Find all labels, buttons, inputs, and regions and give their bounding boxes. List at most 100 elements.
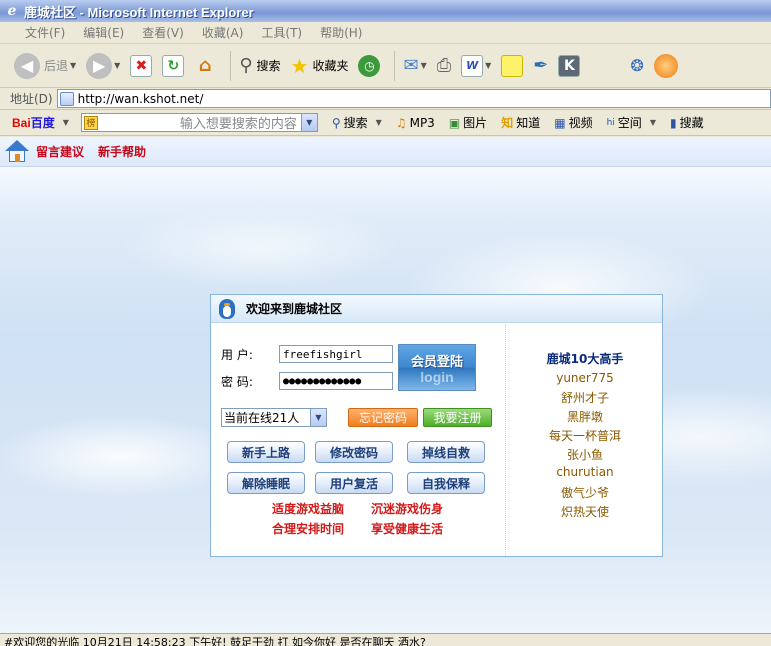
newbie-guide-button[interactable]: 新手上路 — [227, 441, 305, 463]
baidu-zhidao-button[interactable]: 知 知道 — [501, 114, 540, 131]
health-slogan: 沉迷游戏伤身 — [371, 502, 444, 516]
page-top-bar: 留言建议 新手帮助 — [0, 137, 771, 167]
top-player-item[interactable]: 傲气少爷 — [506, 484, 664, 501]
forgot-password-button[interactable]: 忘记密码 — [348, 408, 418, 427]
disconnect-rescue-button[interactable]: 掉线自救 — [407, 441, 485, 463]
menu-file[interactable]: 文件(F) — [16, 24, 74, 41]
user-revive-button[interactable]: 用户复活 — [315, 472, 393, 494]
search-dropdown-icon[interactable]: ▼ — [376, 118, 382, 127]
k-button[interactable]: K — [556, 49, 582, 83]
mail-dropdown-icon[interactable]: ▼ — [421, 61, 427, 70]
change-password-button[interactable]: 修改密码 — [315, 441, 393, 463]
baidu-logo[interactable]: Bai百度 — [12, 114, 55, 131]
home-button[interactable]: ⌂ — [192, 49, 218, 83]
print-button[interactable]: ⎙ — [435, 49, 453, 83]
wake-up-button[interactable]: 解除睡眠 — [227, 472, 305, 494]
magnifier-icon: ⚲ — [239, 55, 253, 76]
username-label: 用 户: — [221, 347, 253, 362]
self-bail-button[interactable]: 自我保释 — [407, 472, 485, 494]
hot-list-icon[interactable]: 榜 — [83, 115, 98, 130]
favorites-label: 收藏夹 — [312, 59, 349, 73]
health-slogan: 适度游戏益脑 — [272, 502, 345, 516]
forward-dropdown-icon[interactable]: ▼ — [114, 61, 120, 70]
back-dropdown-icon[interactable]: ▼ — [70, 61, 76, 70]
baidu-image-button[interactable]: ▣ 图片 — [449, 114, 487, 131]
register-button[interactable]: 我要注册 — [423, 408, 492, 427]
baidu-menu-dropdown-icon[interactable]: ▼ — [63, 118, 69, 127]
edit-dropdown-icon[interactable]: ▼ — [485, 61, 491, 70]
top-player-item[interactable]: 张小鱼 — [506, 446, 664, 463]
baidu-bookmark-button[interactable]: ▮ 搜藏 — [670, 114, 704, 131]
menu-tools[interactable]: 工具(T) — [252, 24, 311, 41]
favorites-button[interactable]: ★ 收藏夹 — [289, 49, 351, 83]
menu-help[interactable]: 帮助(H) — [311, 24, 371, 41]
menu-bar: 文件(F) 编辑(E) 查看(V) 收藏(A) 工具(T) 帮助(H) — [0, 22, 771, 44]
baidu-search-button[interactable]: ⚲ 搜索 ▼ — [332, 114, 382, 131]
menu-view[interactable]: 查看(V) — [133, 24, 193, 41]
site-home-icon[interactable] — [4, 139, 30, 164]
penguin-icon — [216, 298, 238, 320]
top-player-item[interactable]: 舒州才子 — [506, 389, 664, 406]
space-dropdown-icon[interactable]: ▼ — [650, 118, 656, 127]
k-icon: K — [558, 54, 581, 77]
back-arrow-icon: ◀ — [14, 52, 40, 79]
word-icon: W — [461, 54, 484, 77]
password-input[interactable]: ●●●●●●●●●●●●● — [279, 372, 393, 390]
menu-edit[interactable]: 编辑(E) — [74, 24, 133, 41]
top-player-item[interactable]: 炽热天使 — [506, 503, 664, 520]
health-slogan: 合理安排时间 — [272, 522, 345, 536]
mail-button[interactable]: ✉ ▼ — [401, 49, 428, 83]
refresh-button[interactable]: ↻ — [160, 49, 186, 83]
title-bar: e 鹿城社区 - Microsoft Internet Explorer — [0, 0, 771, 22]
feedback-link[interactable]: 留言建议 — [36, 143, 84, 160]
note-button[interactable] — [499, 49, 525, 83]
menu-favorites[interactable]: 收藏(A) — [193, 24, 253, 41]
username-input[interactable]: freefishgirl — [279, 345, 393, 363]
back-label: 后退 — [44, 59, 69, 73]
search-label: 搜索 — [256, 59, 281, 73]
top-player-item[interactable]: churutian — [506, 465, 664, 479]
bookmark-icon: ▮ — [669, 115, 677, 130]
health-slogan: 享受健康生活 — [371, 522, 444, 536]
baidu-video-button[interactable]: ▦ 视频 — [554, 114, 592, 131]
address-input[interactable]: http://wan.kshot.net/ — [56, 89, 771, 108]
online-users-select[interactable]: 当前在线21人 ▼ — [221, 408, 327, 427]
research-button[interactable]: ❂ — [628, 49, 645, 83]
login-button-label: 会员登陆 — [410, 354, 463, 370]
baidu-search-input[interactable]: 榜 输入想要搜索的内容 ▼ — [80, 113, 318, 132]
messenger-button[interactable]: ✒ — [531, 49, 550, 83]
login-panel-header: 欢迎来到鹿城社区 — [211, 295, 662, 323]
video-icon: ▦ — [554, 115, 566, 130]
panel-title: 欢迎来到鹿城社区 — [246, 302, 343, 316]
page-icon — [59, 91, 74, 106]
search-icon: ⚲ — [331, 115, 341, 130]
baidu-search-dropdown-icon[interactable]: ▼ — [300, 114, 317, 131]
baidu-mp3-button[interactable]: ♫ MP3 — [396, 116, 435, 130]
home-icon: ⌂ — [198, 55, 212, 76]
forward-button[interactable]: ▶ ▼ — [84, 49, 122, 83]
status-bar: #欢迎您的光临 10月21日 14:58:23 下午好! 鼓足干劲 打 如今你好… — [0, 633, 771, 646]
window-title: 鹿城社区 - Microsoft Internet Explorer — [24, 4, 254, 20]
address-url[interactable]: http://wan.kshot.net/ — [78, 92, 204, 106]
mail-icon: ✉ — [403, 55, 419, 76]
globe-button[interactable] — [652, 49, 680, 83]
toolbar-separator — [394, 50, 396, 81]
printer-icon: ⎙ — [436, 55, 452, 76]
top-player-item[interactable]: 黑胖墩 — [506, 408, 664, 425]
baidu-space-button[interactable]: hi 空间 ▼ — [607, 114, 656, 131]
login-form: 用 户: freefishgirl 密 码: ●●●●●●●●●●●●● 会员登… — [211, 324, 505, 556]
top-player-item[interactable]: yuner775 — [506, 371, 664, 385]
online-users-value: 当前在线21人 — [224, 411, 300, 425]
member-login-button[interactable]: 会员登陆 login — [398, 344, 476, 391]
search-button[interactable]: ⚲ 搜索 — [237, 49, 282, 83]
baidu-toolbar: Bai百度 ▼ 榜 输入想要搜索的内容 ▼ ⚲ 搜索 ▼ ♫ MP3 ▣ 图片 … — [0, 110, 771, 136]
newbie-help-link[interactable]: 新手帮助 — [98, 143, 146, 160]
history-button[interactable]: ◷ — [356, 49, 382, 83]
stop-button[interactable]: ✖ — [128, 49, 154, 83]
login-panel: 欢迎来到鹿城社区 用 户: freefishgirl 密 码: ●●●●●●●●… — [210, 294, 663, 557]
toolbar-separator — [230, 50, 232, 81]
edit-button[interactable]: W ▼ — [459, 49, 493, 83]
back-button[interactable]: ◀ 后退 ▼ — [12, 49, 78, 83]
top-player-item[interactable]: 每天一杯普洱 — [506, 427, 664, 444]
password-label: 密 码: — [221, 374, 253, 389]
